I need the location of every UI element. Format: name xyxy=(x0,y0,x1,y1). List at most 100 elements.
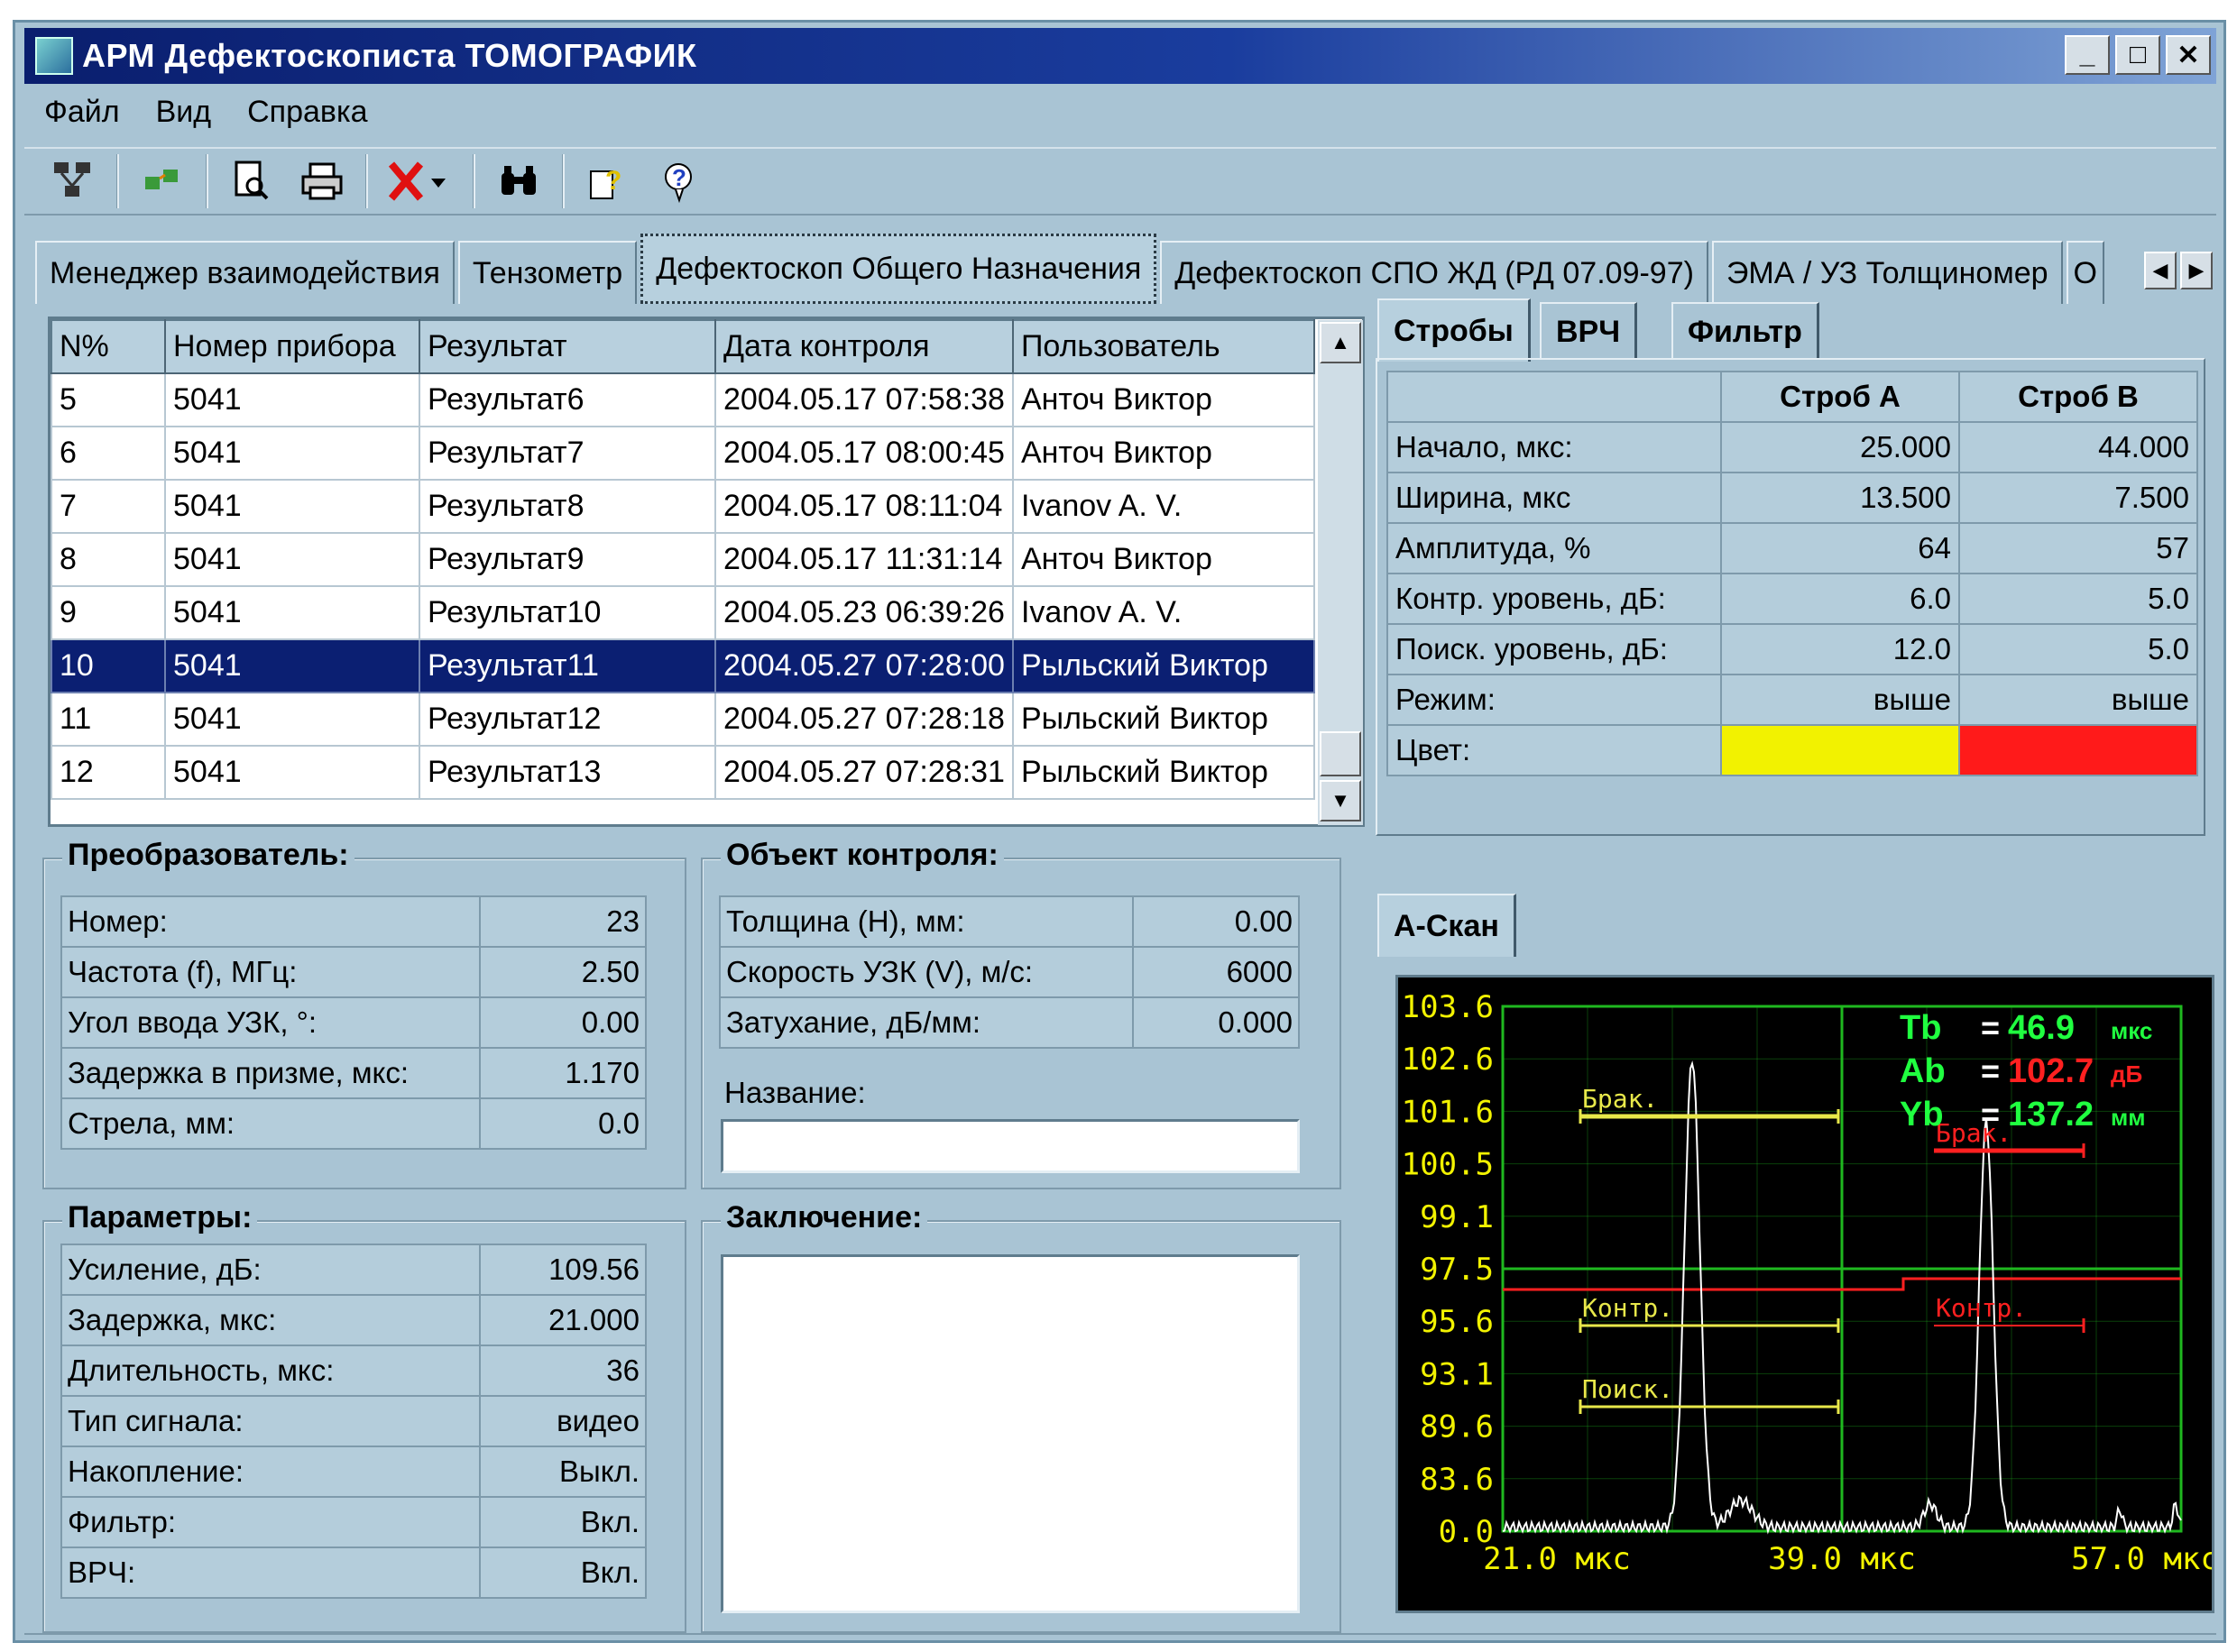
parameters-group: Параметры: Усиление, дБ: 109.56 Задержка, … xyxy=(42,1200,686,1633)
property-value[interactable]: Вкл. xyxy=(479,1546,647,1599)
readout-value: 46.9 xyxy=(2008,1009,2075,1047)
strobe-param-value[interactable]: 57 xyxy=(1958,522,2198,574)
scroll-down-button[interactable]: ▼ xyxy=(1320,780,1361,821)
tab-scroll-left-button[interactable]: ◀ xyxy=(2144,252,2177,289)
property-value[interactable]: 0.000 xyxy=(1132,996,1300,1049)
y-tick-label: 99.1 xyxy=(1420,1199,1494,1235)
property-value[interactable]: 109.56 xyxy=(479,1244,647,1296)
gate-a-label: Контр. xyxy=(1582,1293,1673,1323)
strobe-param-value[interactable]: 7.500 xyxy=(1958,472,2198,524)
table-row[interactable]: 8 5041 Результат9 2004.05.17 11:31:14 Анточ … xyxy=(51,532,1315,587)
strobe-param-value[interactable]: выше xyxy=(1720,674,1960,726)
tab-scroll-right-button[interactable]: ▶ xyxy=(2180,252,2213,289)
table-row[interactable]: 7 5041 Результат8 2004.05.17 08:11:04 Ivanov… xyxy=(51,479,1315,534)
strobe-param-value[interactable]: выше xyxy=(1958,674,2198,726)
refresh-icon[interactable] xyxy=(135,154,189,208)
strobes-column-header: Строб В xyxy=(1958,371,2198,423)
conclusion-group: Заключение: xyxy=(701,1200,1341,1633)
property-row: Скорость УЗК (V), м/с: 6000 xyxy=(719,946,1300,998)
minimize-button[interactable]: _ xyxy=(2065,35,2110,75)
tab-ema-thickness-gauge[interactable]: ЭМА / УЗ Толщиномер xyxy=(1711,241,2063,304)
print-icon[interactable] xyxy=(295,154,349,208)
tab-spo-flaw-detector[interactable]: Дефектоскоп СПО ЖД (РД 07.09-97) xyxy=(1160,241,1708,304)
name-label: Название: xyxy=(724,1076,866,1109)
property-value[interactable]: 36 xyxy=(479,1345,647,1397)
menu-help[interactable]: Справка xyxy=(247,95,367,138)
tab-tvg[interactable]: ВРЧ xyxy=(1540,302,1638,360)
tab-general-flaw-detector[interactable]: Дефектоскоп Общего Назначения xyxy=(640,234,1157,304)
column-header[interactable]: Дата контроля xyxy=(714,319,1014,374)
tab-ascan[interactable]: А-Скан xyxy=(1377,894,1516,957)
property-value[interactable]: Вкл. xyxy=(479,1496,647,1548)
column-header[interactable]: Результат xyxy=(419,319,716,374)
strobe-param-label: Начало, мкс: xyxy=(1386,421,1722,473)
table-cell: Рыльский Виктор xyxy=(1011,638,1315,693)
table-row[interactable]: 5 5041 Результат6 2004.05.17 07:58:38 Анточ … xyxy=(51,372,1315,427)
property-label: Стрела, мм: xyxy=(60,1097,481,1150)
tab-strobes[interactable]: Стробы xyxy=(1377,298,1531,362)
strobe-color-swatch[interactable] xyxy=(1958,724,2198,776)
maximize-button[interactable]: □ xyxy=(2115,35,2160,75)
property-value[interactable]: 21.000 xyxy=(479,1294,647,1346)
context-help-icon[interactable]: ? xyxy=(651,154,705,208)
table-row[interactable]: 11 5041 Результат12 2004.05.27 07:28:18 Рыль… xyxy=(51,692,1315,747)
gate-a-label: Брак. xyxy=(1582,1084,1658,1114)
table-cell: 2004.05.27 07:28:31 xyxy=(714,745,1014,800)
property-value[interactable]: 0.00 xyxy=(1132,895,1300,948)
tab-overflow[interactable]: О xyxy=(2066,241,2104,304)
results-scrollbar[interactable]: ▲ ▼ xyxy=(1318,320,1363,825)
property-value[interactable]: 6000 xyxy=(1132,946,1300,998)
print-preview-icon[interactable] xyxy=(225,154,279,208)
y-tick-label: 93.1 xyxy=(1420,1356,1494,1392)
conclusion-field[interactable] xyxy=(721,1254,1300,1613)
transducer-group: Преобразователь: Номер: 23 Частота (f), МГ… xyxy=(42,838,686,1189)
strobes-row: Начало, мкс: 25.000 44.000 xyxy=(1386,421,2198,473)
strobes-table: Строб А Строб В Начало, мкс: 25.000 44.000 Ши… xyxy=(1386,371,2198,776)
table-row[interactable]: 12 5041 Результат13 2004.05.27 07:28:31 Рыль… xyxy=(51,745,1315,800)
property-row: Задержка, мкс: 21.000 xyxy=(60,1294,647,1346)
table-row[interactable]: 10 5041 Результат11 2004.05.27 07:28:00 Рыль… xyxy=(51,638,1315,693)
strobe-param-value[interactable]: 44.000 xyxy=(1958,421,2198,473)
toolbar-separator xyxy=(562,154,565,208)
strobe-param-value[interactable]: 5.0 xyxy=(1958,573,2198,625)
property-value[interactable]: 0.00 xyxy=(479,996,647,1049)
strobe-param-value[interactable]: 13.500 xyxy=(1720,472,1960,524)
tab-tensometer[interactable]: Тензометр xyxy=(457,241,638,304)
transducer-title: Преобразователь: xyxy=(62,838,354,873)
strobe-color-swatch[interactable] xyxy=(1720,724,1960,776)
menu-view[interactable]: Вид xyxy=(156,95,212,138)
column-header[interactable]: Номер прибора xyxy=(164,319,420,374)
property-value[interactable]: 23 xyxy=(479,895,647,948)
strobe-param-value[interactable]: 25.000 xyxy=(1720,421,1960,473)
table-cell: Ivanov A. V. xyxy=(1011,585,1315,640)
x-tick-label: 21.0 мкс xyxy=(1483,1541,1631,1577)
help-icon[interactable]: ? xyxy=(581,154,635,208)
strobes-column-header: Строб А xyxy=(1720,371,1960,423)
network-icon[interactable] xyxy=(46,154,100,208)
binoculars-icon[interactable] xyxy=(492,154,546,208)
strobe-param-value[interactable]: 64 xyxy=(1720,522,1960,574)
name-field[interactable] xyxy=(721,1119,1300,1173)
scroll-thumb[interactable] xyxy=(1320,731,1361,776)
strobe-param-value[interactable]: 6.0 xyxy=(1720,573,1960,625)
property-value[interactable]: 2.50 xyxy=(479,946,647,998)
property-label: Затухание, дБ/мм: xyxy=(719,996,1134,1049)
menu-file[interactable]: Файл xyxy=(44,95,120,138)
table-cell: Анточ Виктор xyxy=(1011,372,1315,427)
table-cell: Результат7 xyxy=(419,426,716,481)
column-header[interactable]: N% xyxy=(51,319,166,374)
column-header[interactable]: Пользователь xyxy=(1011,319,1315,374)
property-value[interactable]: 1.170 xyxy=(479,1047,647,1099)
tab-filter[interactable]: Фильтр xyxy=(1671,302,1819,360)
close-button[interactable]: ✕ xyxy=(2166,35,2211,75)
strobe-param-value[interactable]: 5.0 xyxy=(1958,623,2198,675)
property-value[interactable]: видео xyxy=(479,1395,647,1447)
scroll-up-button[interactable]: ▲ xyxy=(1320,322,1361,363)
property-value[interactable]: Выкл. xyxy=(479,1446,647,1498)
property-value[interactable]: 0.0 xyxy=(479,1097,647,1150)
table-row[interactable]: 6 5041 Результат7 2004.05.17 08:00:45 Анточ … xyxy=(51,426,1315,481)
delete-icon[interactable] xyxy=(384,154,456,208)
strobe-param-value[interactable]: 12.0 xyxy=(1720,623,1960,675)
table-row[interactable]: 9 5041 Результат10 2004.05.23 06:39:26 Ivano… xyxy=(51,585,1315,640)
tab-interaction-manager[interactable]: Менеджер взаимодействия xyxy=(35,241,455,304)
